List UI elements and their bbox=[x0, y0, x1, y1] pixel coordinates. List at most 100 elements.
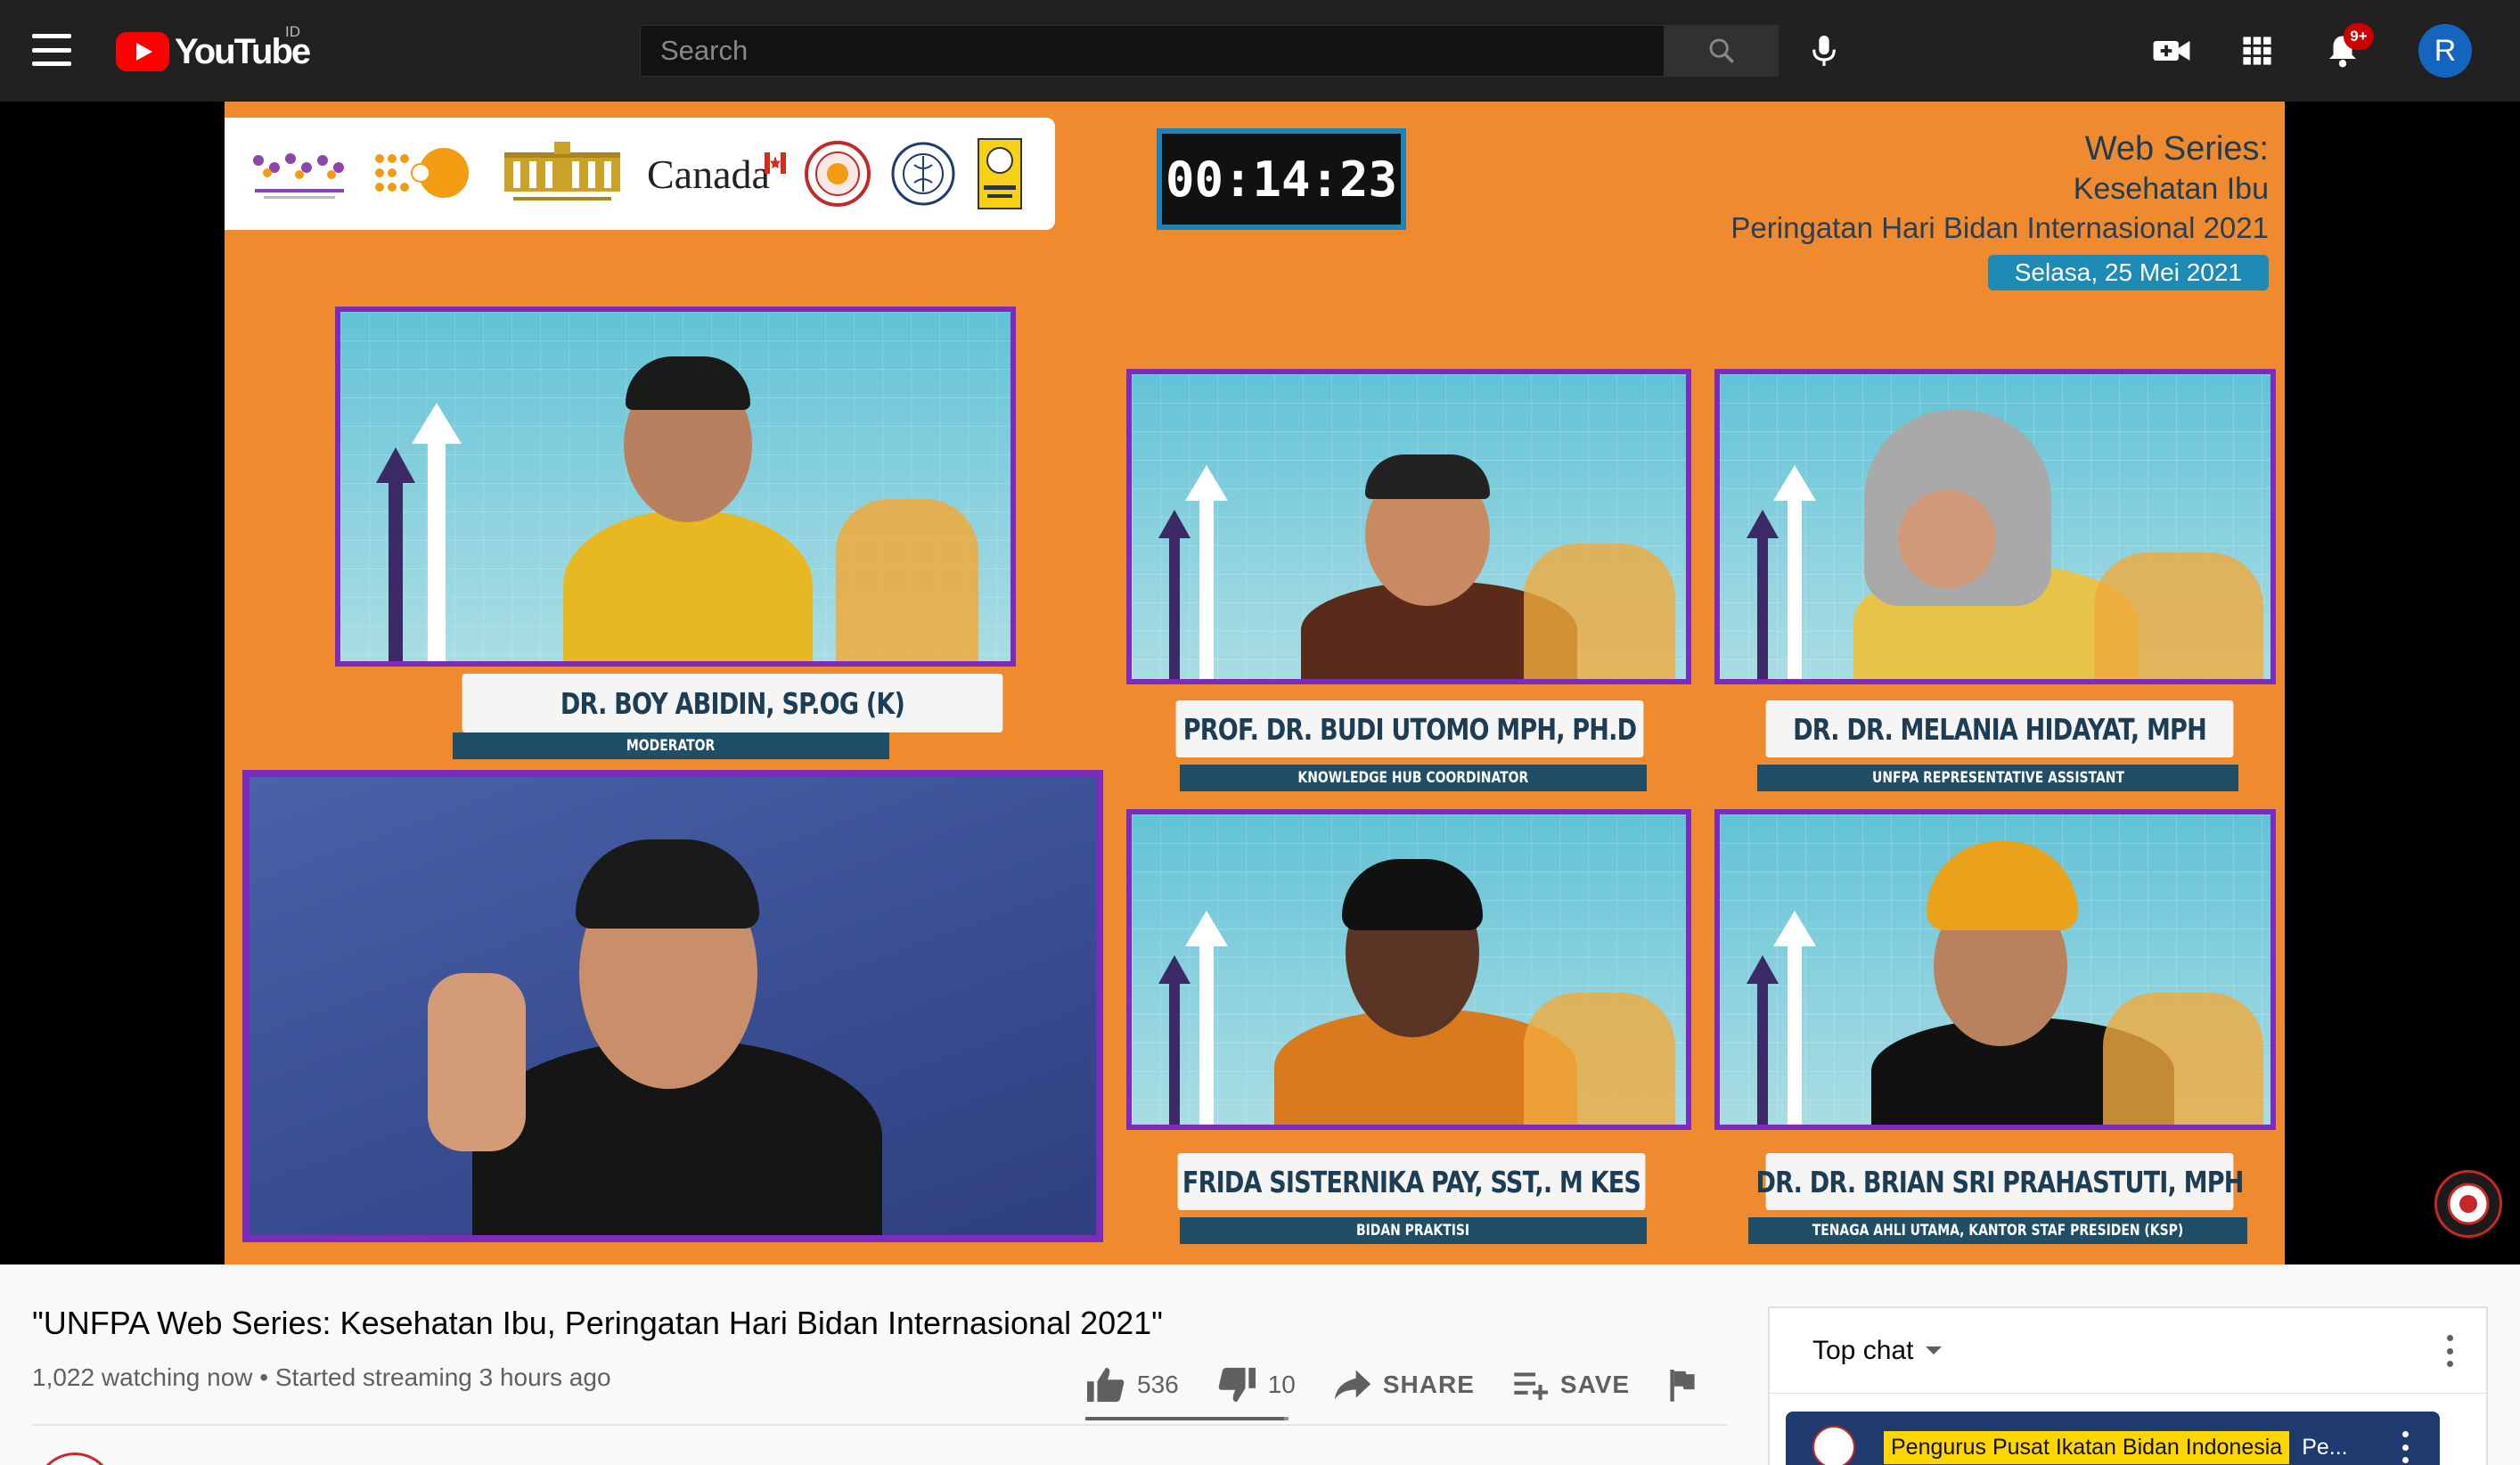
illustration-figures bbox=[1524, 993, 1675, 1125]
speaker-role: KNOWLEDGE HUB COORDINATOR bbox=[1180, 765, 1647, 791]
pinned-more-options-button[interactable] bbox=[2402, 1431, 2410, 1463]
speaker-role-text: UNFPA REPRESENTATIVE ASSISTANT bbox=[1871, 769, 2124, 787]
video-view-info: 1,022 watching now • Started streaming 3… bbox=[32, 1363, 611, 1391]
like-count: 536 bbox=[1137, 1371, 1179, 1398]
save-button[interactable]: SAVE bbox=[1512, 1370, 1630, 1400]
channel-avatar[interactable] bbox=[36, 1453, 114, 1465]
youtube-play-icon bbox=[116, 32, 169, 71]
chevron-down-icon bbox=[1926, 1346, 1943, 1355]
arrow-graphic bbox=[376, 447, 415, 661]
search-button[interactable] bbox=[1665, 25, 1779, 77]
apps-button[interactable] bbox=[2235, 29, 2279, 73]
channel-watermark[interactable] bbox=[2434, 1170, 2502, 1238]
speaker-name: DR. DR. BRIAN SRI PRAHASTUTI, MPH bbox=[1755, 1153, 2244, 1210]
speaker-name: DR. BOY ABIDIN, SP.OG (K) bbox=[462, 674, 1003, 732]
sentiment-fill bbox=[1085, 1417, 1285, 1420]
speaker-hair bbox=[1365, 454, 1490, 499]
divider bbox=[32, 1424, 1727, 1426]
chat-mode-dropdown[interactable]: Top chat bbox=[1770, 1308, 2486, 1394]
notifications-button[interactable]: 9+ bbox=[2320, 23, 2374, 73]
region-code: ID bbox=[285, 23, 300, 40]
speaker-name: FRIDA SISTERNIKA PAY, SST,. M KES bbox=[1177, 1153, 1646, 1210]
guide-menu-button[interactable] bbox=[32, 34, 71, 66]
more-dot bbox=[2402, 1431, 2409, 1437]
more-dot bbox=[2446, 1335, 2453, 1341]
speaker-role: UNFPA REPRESENTATIVE ASSISTANT bbox=[1757, 765, 2238, 791]
more-dot bbox=[2446, 1347, 2453, 1355]
canada-logo: Canada bbox=[647, 151, 786, 198]
flag-icon bbox=[1670, 1370, 1695, 1402]
speaker-role-text: TENAGA AHLI UTAMA, KANTOR STAF PRESIDEN … bbox=[1812, 1222, 2184, 1240]
interpreter-hair bbox=[576, 839, 759, 929]
menu-line bbox=[32, 47, 71, 53]
like-dislike-sentiment-bar bbox=[1085, 1417, 1289, 1420]
speaker-role-text: KNOWLEDGE HUB COORDINATOR bbox=[1297, 769, 1529, 787]
academy-seal-logo bbox=[889, 140, 957, 208]
sponsor-logos-bar: Canada bbox=[225, 118, 1055, 230]
chat-mode-label: Top chat bbox=[1812, 1335, 1914, 1365]
playlist-add-icon bbox=[1514, 1372, 1548, 1400]
speaker-role-text: MODERATOR bbox=[626, 737, 716, 755]
speaker-body bbox=[563, 510, 813, 661]
pinned-author-name: Pengurus Pusat Ikatan Bidan Indonesia bbox=[1884, 1430, 2290, 1464]
menu-line bbox=[32, 34, 71, 38]
video-player[interactable]: Canada 00:14:23 Web Series: Kesehatan Ib… bbox=[0, 102, 2520, 1264]
youtube-logo[interactable]: YouTube bbox=[116, 29, 311, 75]
account-avatar[interactable]: R bbox=[2418, 24, 2472, 78]
video-camera-plus-icon bbox=[2153, 41, 2190, 61]
like-button[interactable]: 536 bbox=[1085, 1366, 1179, 1404]
illustration-figures bbox=[836, 499, 978, 661]
voice-search-button[interactable] bbox=[1802, 29, 1846, 73]
speaker-tile-2 bbox=[1126, 369, 1691, 684]
speaker-tile-4 bbox=[1126, 809, 1691, 1130]
pinned-message[interactable]: Pengurus Pusat Ikatan Bidan Indonesia Pe… bbox=[1786, 1412, 2440, 1465]
video-actions: 536 10 SHARE SAVE bbox=[1085, 1358, 1735, 1412]
ibi-seal-logo bbox=[804, 140, 871, 208]
web-series-title: Web Series: Kesehatan Ibu Peringatan Har… bbox=[1730, 128, 2269, 291]
illustration-figures bbox=[2103, 993, 2263, 1125]
speaker-name: PROF. DR. BUDI UTOMO MPH, PH.D bbox=[1175, 700, 1644, 757]
speaker-role: BIDAN PRAKTISI bbox=[1180, 1217, 1647, 1244]
speaker-role: MODERATOR bbox=[453, 732, 889, 759]
menu-line bbox=[32, 61, 71, 66]
live-chat-panel: Top chat Pengurus Pusat Ikatan Bidan Ind… bbox=[1768, 1306, 2488, 1465]
video-title: "UNFPA Web Series: Kesehatan Ibu, Pering… bbox=[32, 1305, 1163, 1341]
share-label: SHARE bbox=[1382, 1371, 1475, 1398]
thumbs-down-icon bbox=[1218, 1367, 1256, 1403]
illustration-figures bbox=[2094, 552, 2263, 679]
speaker-tile-3 bbox=[1714, 369, 2276, 684]
more-dot bbox=[2402, 1444, 2409, 1451]
unfpa-logo bbox=[371, 143, 478, 205]
dislike-count: 10 bbox=[1267, 1371, 1296, 1398]
search-input[interactable] bbox=[640, 25, 1665, 77]
share-button[interactable]: SHARE bbox=[1333, 1368, 1475, 1402]
canada-wordmark: Canada bbox=[647, 151, 770, 197]
series-event: Peringatan Hari Bidan Internasional 2021 bbox=[1730, 211, 2269, 244]
create-video-button[interactable] bbox=[2149, 29, 2194, 73]
event-date-badge: Selasa, 25 Mei 2021 bbox=[1987, 255, 2269, 291]
apps-grid-icon bbox=[2243, 37, 2271, 65]
search-icon bbox=[1709, 38, 1734, 63]
series-heading: Web Series: bbox=[2084, 130, 2269, 168]
countdown-timer: 00:14:23 bbox=[1157, 128, 1406, 230]
dislike-button[interactable]: 10 bbox=[1216, 1366, 1296, 1404]
knowledge-hub-logo bbox=[246, 143, 353, 205]
masthead: YouTube ID 9+ R bbox=[0, 0, 2520, 102]
pinned-message-text: Pe... bbox=[2302, 1434, 2348, 1460]
sign-language-interpreter-tile bbox=[242, 770, 1103, 1242]
more-dot bbox=[2402, 1457, 2409, 1463]
thumbs-up-icon bbox=[1087, 1367, 1125, 1403]
chat-more-options-button[interactable] bbox=[2445, 1335, 2454, 1367]
ibi-emblem-icon bbox=[2447, 1183, 2490, 1225]
kantor-staf-presiden-logo bbox=[495, 138, 629, 209]
share-arrow-icon bbox=[1334, 1370, 1371, 1400]
speaker-tile-moderator bbox=[335, 307, 1016, 667]
speaker-role-text: BIDAN PRAKTISI bbox=[1356, 1222, 1470, 1240]
speaker-role: TENAGA AHLI UTAMA, KANTOR STAF PRESIDEN … bbox=[1748, 1217, 2247, 1244]
speaker-tile-5 bbox=[1714, 809, 2276, 1130]
series-topic: Kesehatan Ibu bbox=[2073, 172, 2269, 206]
university-logo bbox=[975, 135, 1025, 212]
report-button[interactable] bbox=[1667, 1368, 1698, 1402]
interpreter-hand bbox=[428, 973, 526, 1151]
illustration-figures bbox=[1524, 544, 1675, 679]
